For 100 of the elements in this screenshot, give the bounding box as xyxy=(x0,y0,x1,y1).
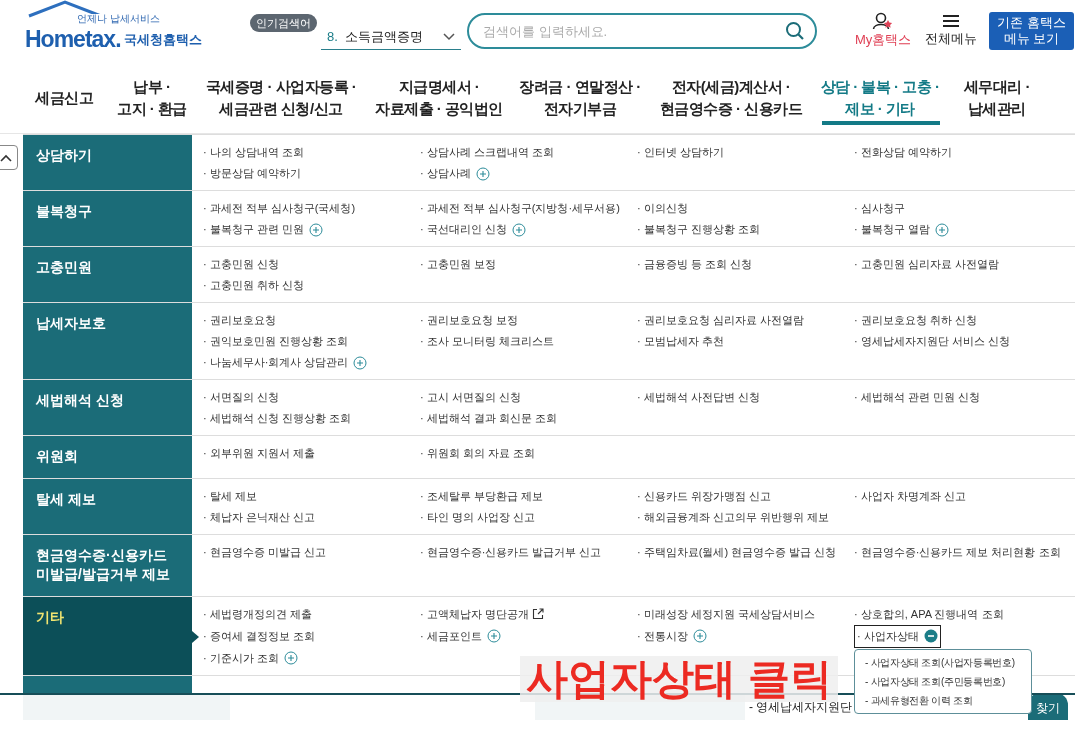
menu-link[interactable]: · 인터넷 상담하기 xyxy=(637,142,724,163)
submenu-link[interactable]: - 사업자상태 조회(주민등록번호) xyxy=(865,671,1025,691)
menu-link[interactable]: · 모범납세자 추천 xyxy=(637,331,724,352)
menu-link[interactable]: · 사업자 차명계좌 신고 xyxy=(854,485,966,507)
menu-link[interactable]: · 영세납세자지원단 서비스 신청 xyxy=(854,331,1010,352)
nav-tab[interactable]: 지급명세서 · 자료제출 · 공익법인 xyxy=(362,62,516,133)
menu-link[interactable]: · 불복청구 진행상황 조회 xyxy=(637,219,760,240)
category-label[interactable]: 탈세 제보 xyxy=(23,478,192,534)
menu-link[interactable]: · 방문상담 예약하기 xyxy=(203,163,301,184)
category-label[interactable]: 불복청구 xyxy=(23,191,192,246)
external-link-icon[interactable] xyxy=(531,608,544,621)
nav-tab[interactable]: 국세증명 · 사업자등록 · 세금관련 신청/신고 xyxy=(200,62,362,133)
menu-link[interactable]: · 현금영수증 미발급 신고 xyxy=(203,541,326,563)
menu-link[interactable]: · 상담사례 xyxy=(420,163,471,184)
chevron-up-icon xyxy=(0,153,12,162)
category-label[interactable]: 위원회 xyxy=(23,436,192,478)
all-menu-link[interactable]: 전체메뉴 xyxy=(925,29,978,49)
menu-link[interactable]: · 금융증빙 등 조회 신청 xyxy=(637,254,752,275)
menu-link[interactable]: · 권리보호요청 보정 xyxy=(420,310,518,331)
menu-link[interactable]: · 세금포인트 xyxy=(420,625,482,647)
menu-link[interactable]: · 위원회 회의 자료 조회 xyxy=(420,443,535,464)
menu-link[interactable]: · 불복청구 열람 xyxy=(854,219,930,240)
menu-link[interactable]: · 타인 명의 사업장 신고 xyxy=(420,506,535,528)
submenu-link[interactable]: - 과세유형전환 이력 조회 xyxy=(865,690,1025,710)
logo-title[interactable]: 국세청홈택스 xyxy=(123,29,202,57)
menu-link[interactable]: · 미래성장 세정지원 국세상담서비스 xyxy=(637,603,815,625)
my-hometax-link[interactable]: My홈택스 xyxy=(855,30,912,50)
menu-link[interactable]: · 심사청구 xyxy=(854,198,905,219)
menu-link[interactable]: · 전통시장 xyxy=(637,625,688,647)
menu-link[interactable]: · 조사 모니터링 체크리스트 xyxy=(420,331,554,352)
menu-link[interactable]: · 탈세 제보 xyxy=(203,485,257,507)
category-label[interactable]: 상담하기 xyxy=(23,135,192,190)
nav-tab[interactable]: 전자(세금)계산서 · 현금영수증 · 신용카드 xyxy=(644,62,818,133)
expanded-menu-item[interactable]: · 사업자상태 xyxy=(854,624,941,648)
popular-search-badge: 인기검색어 xyxy=(250,13,317,33)
menu-link[interactable]: · 서면질의 신청 xyxy=(203,387,279,408)
menu-link[interactable]: · 조세탈루 부당환급 제보 xyxy=(420,485,543,507)
menu-link[interactable]: · 주택임차료(월세) 현금영수증 발급 신청 xyxy=(637,541,837,563)
menu-link[interactable]: · 권리보호요청 xyxy=(203,310,276,331)
menu-link[interactable]: · 현금영수증·신용카드 발급거부 신고 xyxy=(420,541,602,563)
nav-tab[interactable]: 장려금 · 연말정산 · 전자기부금 xyxy=(516,62,644,133)
menu-link[interactable]: · 고충민원 취하 신청 xyxy=(203,275,304,296)
menu-link[interactable]: · 상담사례 스크랩내역 조회 xyxy=(420,142,554,163)
category-label[interactable]: 현금영수증·신용카드 미발급/발급거부 제보 xyxy=(23,534,192,596)
plus-circle-icon[interactable] xyxy=(934,222,949,237)
menu-link[interactable]: · 권리보호요청 취하 신청 xyxy=(854,310,977,331)
menu-link[interactable]: · 권익보호민원 진행상황 조회 xyxy=(203,331,348,352)
menu-link[interactable]: · 세법해석 결과 회신문 조회 xyxy=(420,408,557,429)
category-label[interactable]: 기타 xyxy=(23,596,192,675)
nav-tab[interactable]: 상담 · 불복 · 고충 · 제보 · 기타 xyxy=(818,62,942,133)
plus-circle-icon[interactable] xyxy=(353,355,368,370)
collapse-button[interactable] xyxy=(0,145,18,170)
plus-circle-icon[interactable] xyxy=(692,629,707,644)
plus-circle-icon[interactable] xyxy=(308,222,323,237)
category-label[interactable]: 고충민원 xyxy=(23,247,192,302)
category-label[interactable]: 세법해석 신청 xyxy=(23,380,192,435)
submenu-link[interactable]: - 사업자상태 조회(사업자등록번호) xyxy=(865,652,1025,672)
nav-tab[interactable]: 세금신고 xyxy=(24,62,104,133)
menu-link[interactable]: · 증여세 결정정보 조회 xyxy=(203,625,315,647)
plus-circle-icon[interactable] xyxy=(511,222,526,237)
plus-circle-icon[interactable] xyxy=(283,651,298,666)
menu-link[interactable]: · 과세전 적부 심사청구(지방청·세무서용) xyxy=(420,198,620,219)
menu-link[interactable]: · 세법령개정의견 제출 xyxy=(203,603,312,625)
nav-tab[interactable]: 세무대리 · 납세관리 xyxy=(942,62,1052,133)
menu-link[interactable]: · 고충민원 보정 xyxy=(420,254,496,275)
menu-link[interactable]: · 전화상담 예약하기 xyxy=(854,142,952,163)
user-star-icon[interactable] xyxy=(872,12,895,31)
menu-link[interactable]: · 불복청구 관련 민원 xyxy=(203,219,304,240)
menu-link[interactable]: · 나눔세무사·회계사 상담관리 xyxy=(203,352,349,373)
nav-tab[interactable]: 납부 · 고지 · 환급 xyxy=(104,62,200,133)
plus-circle-icon[interactable] xyxy=(486,629,501,644)
menu-link[interactable]: · 세법해석 관련 민원 신청 xyxy=(854,387,980,408)
menu-link[interactable]: · 과세전 적부 심사청구(국세청) xyxy=(203,198,356,219)
menu-link[interactable]: · 국선대리인 신청 xyxy=(420,219,507,240)
menu-link[interactable]: · 상호합의, APA 진행내역 조회 xyxy=(854,603,1004,625)
menu-link[interactable]: · 나의 상담내역 조회 xyxy=(203,142,304,163)
menu-link[interactable]: · 고충민원 신청 xyxy=(203,254,279,275)
annotation-text: 사업자상태 클릭 xyxy=(520,656,838,703)
menu-link[interactable]: · 해외금융계좌 신고의무 위반행위 제보 xyxy=(637,506,829,528)
menu-link[interactable]: · 체납자 은닉재산 신고 xyxy=(203,506,315,528)
menu-link[interactable]: · 외부위원 지원서 제출 xyxy=(203,443,315,464)
logo-tagline: 언제나 납세서비스 xyxy=(77,13,160,24)
minus-circle-icon[interactable] xyxy=(923,629,938,644)
menu-link[interactable]: · 고액체납자 명단공개 xyxy=(420,603,529,625)
menu-link[interactable]: · 권리보호요청 심리자료 사전열람 xyxy=(637,310,804,331)
menu-link[interactable]: · 고시 서면질의 신청 xyxy=(420,387,521,408)
menu-link[interactable]: · 기준시가 조회 xyxy=(203,647,279,669)
menu-icon[interactable] xyxy=(942,13,961,30)
popular-keyword-select[interactable]: 8. 소득금액증명 xyxy=(321,23,461,51)
menu-link[interactable]: · 세법해석 신청 진행상황 조회 xyxy=(203,408,351,429)
search-field[interactable]: 검색어를 입력하세요. xyxy=(467,13,817,49)
menu-link[interactable]: · 고충민원 심리자료 사전열람 xyxy=(854,254,999,275)
plus-circle-icon[interactable] xyxy=(475,166,490,181)
legacy-menu-button[interactable]: 기존 홈택스 메뉴 보기 xyxy=(989,11,1074,51)
menu-link[interactable]: · 세법해석 사전답변 신청 xyxy=(637,387,760,408)
search-icon[interactable] xyxy=(785,21,805,41)
menu-link[interactable]: · 이의신청 xyxy=(637,198,688,219)
category-label[interactable]: 납세자보호 xyxy=(23,303,192,379)
menu-link[interactable]: · 신용카드 위장가맹점 신고 xyxy=(637,485,771,507)
menu-link[interactable]: · 현금영수증·신용카드 제보 처리현황 조회 xyxy=(854,541,1061,563)
